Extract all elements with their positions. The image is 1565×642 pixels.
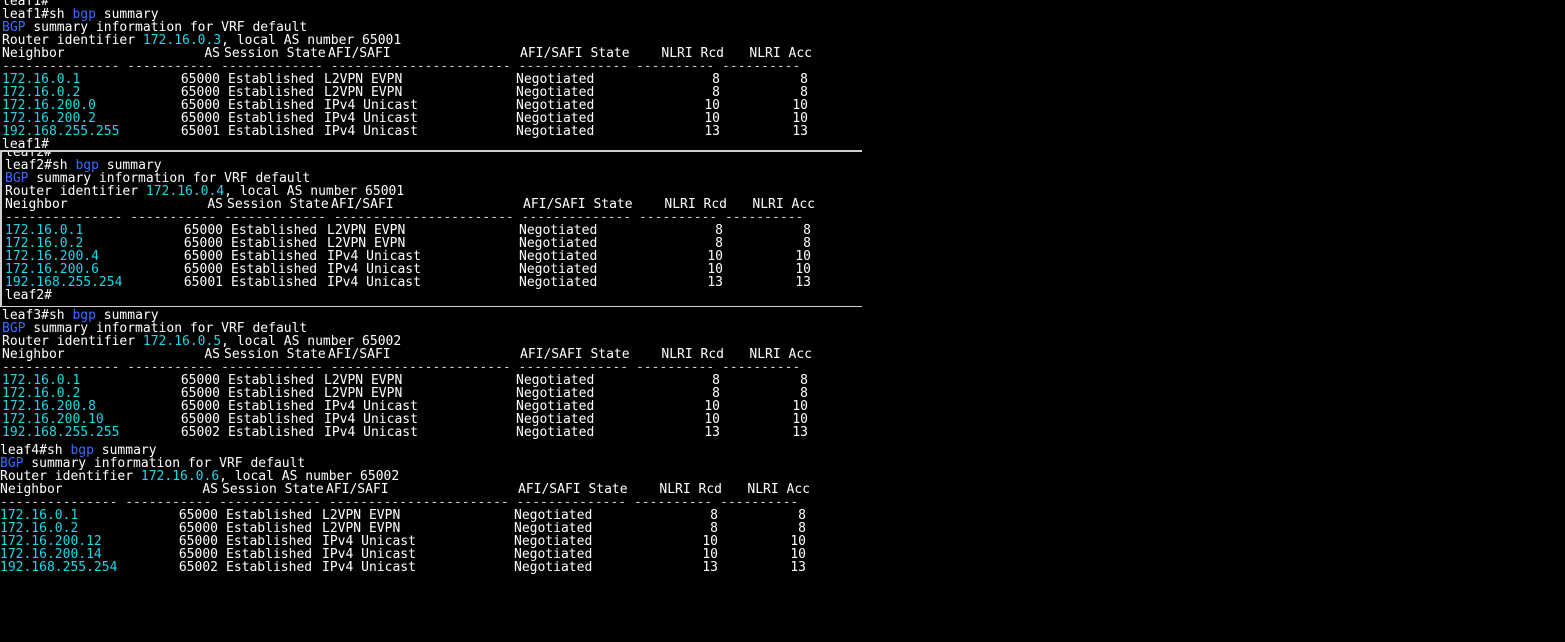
afi-safi-cell: IPv4 Unicast: [327, 275, 421, 290]
as-cell: 65002: [180, 425, 220, 440]
nlri-rcd-cell: 8: [712, 373, 720, 388]
session-state-cell: Established: [228, 124, 315, 139]
as-cell: 65002: [178, 560, 218, 575]
table-separator: --------------- ----------- ------------…: [5, 210, 804, 225]
leaf3-output: leaf3#sh bgp summary BGP summary informa…: [2, 309, 842, 443]
session-state-cell: Established: [226, 560, 313, 575]
afi-safi-state-cell: Negotiated: [516, 425, 595, 440]
nlri-acc-cell: 13: [790, 560, 806, 575]
nlri-rcd-cell: 13: [702, 560, 718, 575]
nlri-rcd-cell: 8: [710, 508, 718, 523]
table-row: 192.168.255.254 65001 Established IPv4 Unic…: [5, 276, 815, 289]
nlri-rcd-cell: 8: [712, 72, 720, 87]
nlri-acc-cell: 8: [800, 72, 808, 87]
table-row: 192.168.255.255 65001 Established IPv4 Unic…: [2, 125, 842, 138]
session-state-cell: Established: [231, 275, 318, 290]
as-cell: 65001: [183, 275, 223, 290]
end-prompt: leaf1#: [2, 137, 49, 149]
leaf4-output: leaf4#sh bgp summary BGP summary informa…: [0, 444, 840, 584]
afi-safi-cell: IPv4 Unicast: [322, 560, 416, 575]
afi-safi-cell: IPv4 Unicast: [324, 425, 418, 440]
as-cell: 65001: [180, 124, 220, 139]
neighbor-cell: 192.168.255.255: [2, 425, 120, 440]
end-prompt: leaf2#: [5, 288, 52, 303]
table-row: 172.16.0.1 65000 Established L2VPN EVPN Nego…: [5, 224, 815, 237]
nlri-acc-cell: 13: [792, 124, 808, 139]
leaf2-output: leaf2# leaf2#sh bgp summary BGP summary …: [0, 150, 862, 307]
leaf4-rows: 172.16.0.1 65000 Established L2VPN EVPN Nego…: [0, 509, 840, 574]
nlri-rcd-cell: 13: [704, 425, 720, 440]
leaf1-output: leaf1# leaf1#sh bgp summary BGP summary …: [2, 0, 842, 149]
afi-safi-state-cell: Negotiated: [519, 275, 598, 290]
terminal-screen[interactable]: leaf1# leaf1#sh bgp summary BGP summary …: [0, 0, 1565, 642]
nlri-acc-cell: 8: [798, 508, 806, 523]
table-row: 192.168.255.254 65002 Established IPv4 Unic…: [0, 561, 840, 574]
leaf3-rows: 172.16.0.1 65000 Established L2VPN EVPN Nego…: [2, 374, 842, 439]
afi-safi-state-cell: Negotiated: [516, 124, 595, 139]
nlri-rcd-cell: 8: [715, 223, 723, 238]
leaf1-rows: 172.16.0.1 65000 Established L2VPN EVPN Nego…: [2, 73, 842, 138]
nlri-acc-cell: 13: [795, 275, 811, 290]
table-row: 192.168.255.255 65002 Established IPv4 Unic…: [2, 426, 842, 439]
leaf2-rows: 172.16.0.1 65000 Established L2VPN EVPN Nego…: [5, 224, 815, 289]
afi-safi-cell: IPv4 Unicast: [324, 124, 418, 139]
session-state-cell: Established: [228, 425, 315, 440]
nlri-rcd-cell: 13: [704, 124, 720, 139]
nlri-acc-cell: 8: [803, 223, 811, 238]
afi-safi-state-cell: Negotiated: [514, 560, 593, 575]
neighbor-cell: 192.168.255.254: [0, 560, 118, 575]
nlri-rcd-cell: 13: [707, 275, 723, 290]
nlri-acc-cell: 8: [800, 373, 808, 388]
nlri-acc-cell: 13: [792, 425, 808, 440]
